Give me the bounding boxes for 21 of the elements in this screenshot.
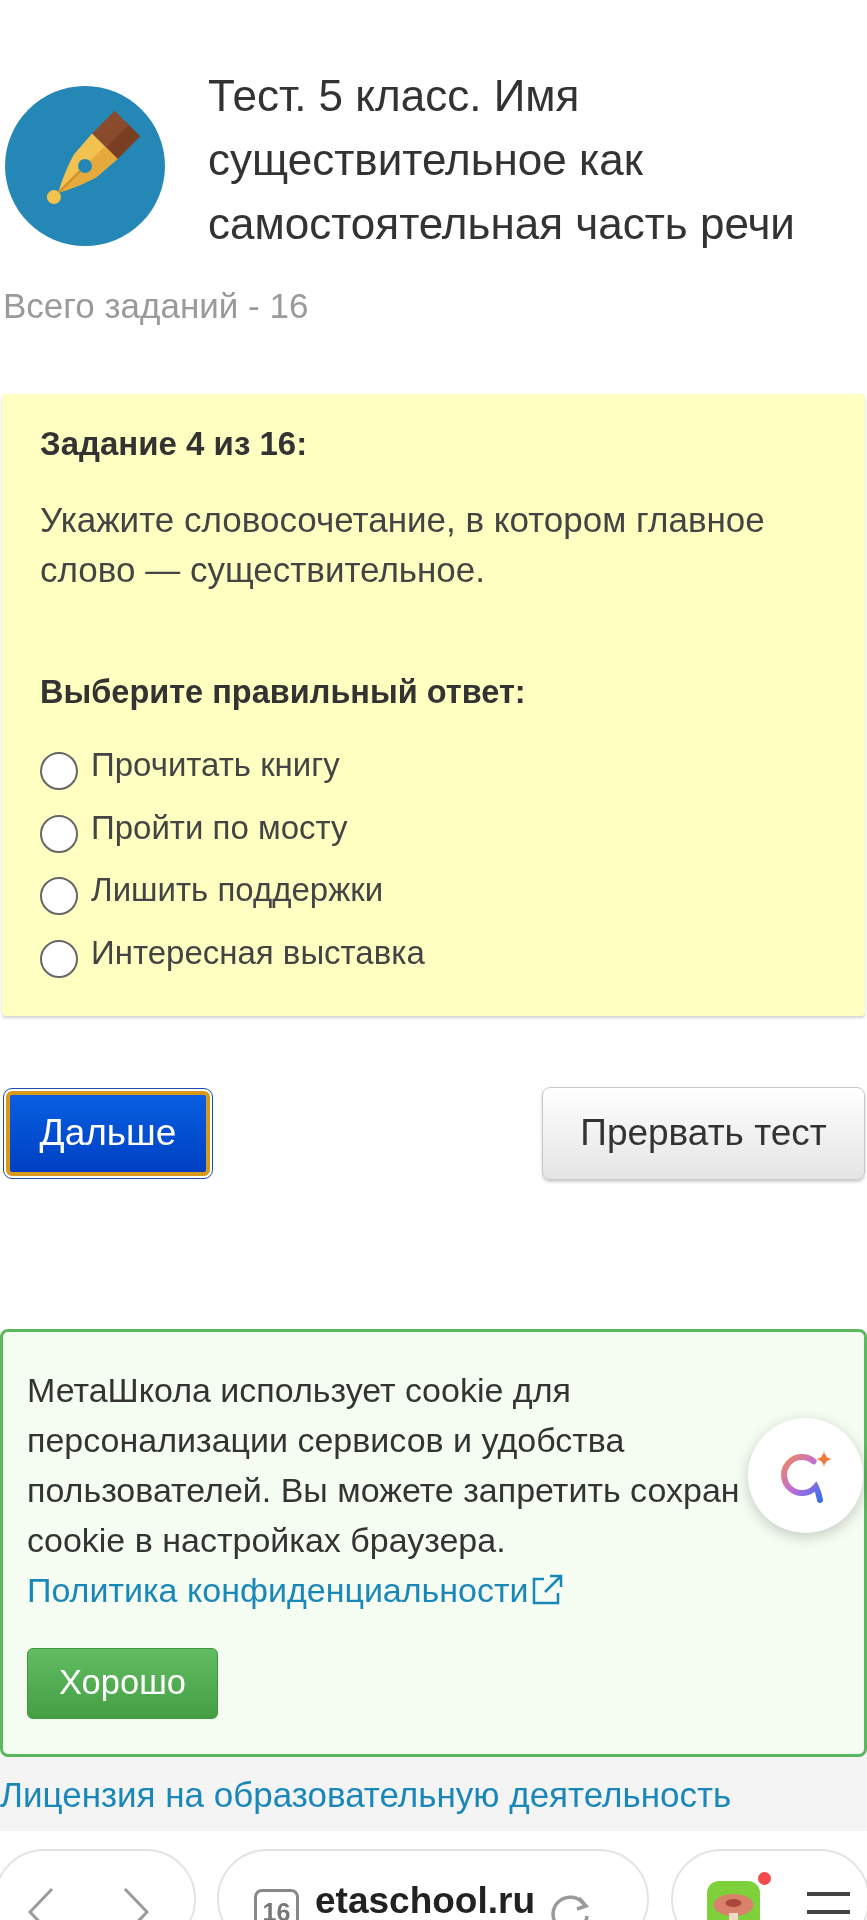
answer-prompt: Выберите правильный ответ: xyxy=(40,673,526,712)
url-text: etaschool.ru xyxy=(315,1885,535,1916)
radio-button[interactable] xyxy=(40,752,78,790)
license-link[interactable]: Лицензия на образовательную деятельность xyxy=(0,1774,732,1815)
next-button[interactable]: Дальше xyxy=(6,1090,210,1176)
question-text: Укажите словосочетание, в котором главное слово — существительное. xyxy=(40,499,766,591)
test-title: Тест. 5 класс. Имя существительное как самостоятельная часть речи xyxy=(208,70,796,250)
notification-dot-icon xyxy=(758,1871,771,1885)
answer-option-text[interactable]: Лишить поддержки xyxy=(91,865,384,915)
answer-option-text[interactable]: Пройти по мосту xyxy=(91,802,348,853)
external-link-icon xyxy=(530,1573,563,1606)
privacy-policy-link[interactable]: Политика конфиденциальности xyxy=(27,1570,563,1609)
question-heading: Задание 4 из 16: xyxy=(40,424,308,464)
radio-button[interactable] xyxy=(40,877,78,915)
pen-nib-icon xyxy=(5,86,165,246)
radio-button[interactable] xyxy=(40,939,78,978)
task-count: Всего заданий - 16 xyxy=(3,286,309,326)
stop-test-button[interactable]: Прервать тест xyxy=(542,1086,865,1180)
answer-option-text[interactable]: Интересная выставка xyxy=(91,927,425,978)
radio-button[interactable] xyxy=(40,814,78,853)
answer-option-text[interactable]: Прочитать книгу xyxy=(91,740,340,790)
